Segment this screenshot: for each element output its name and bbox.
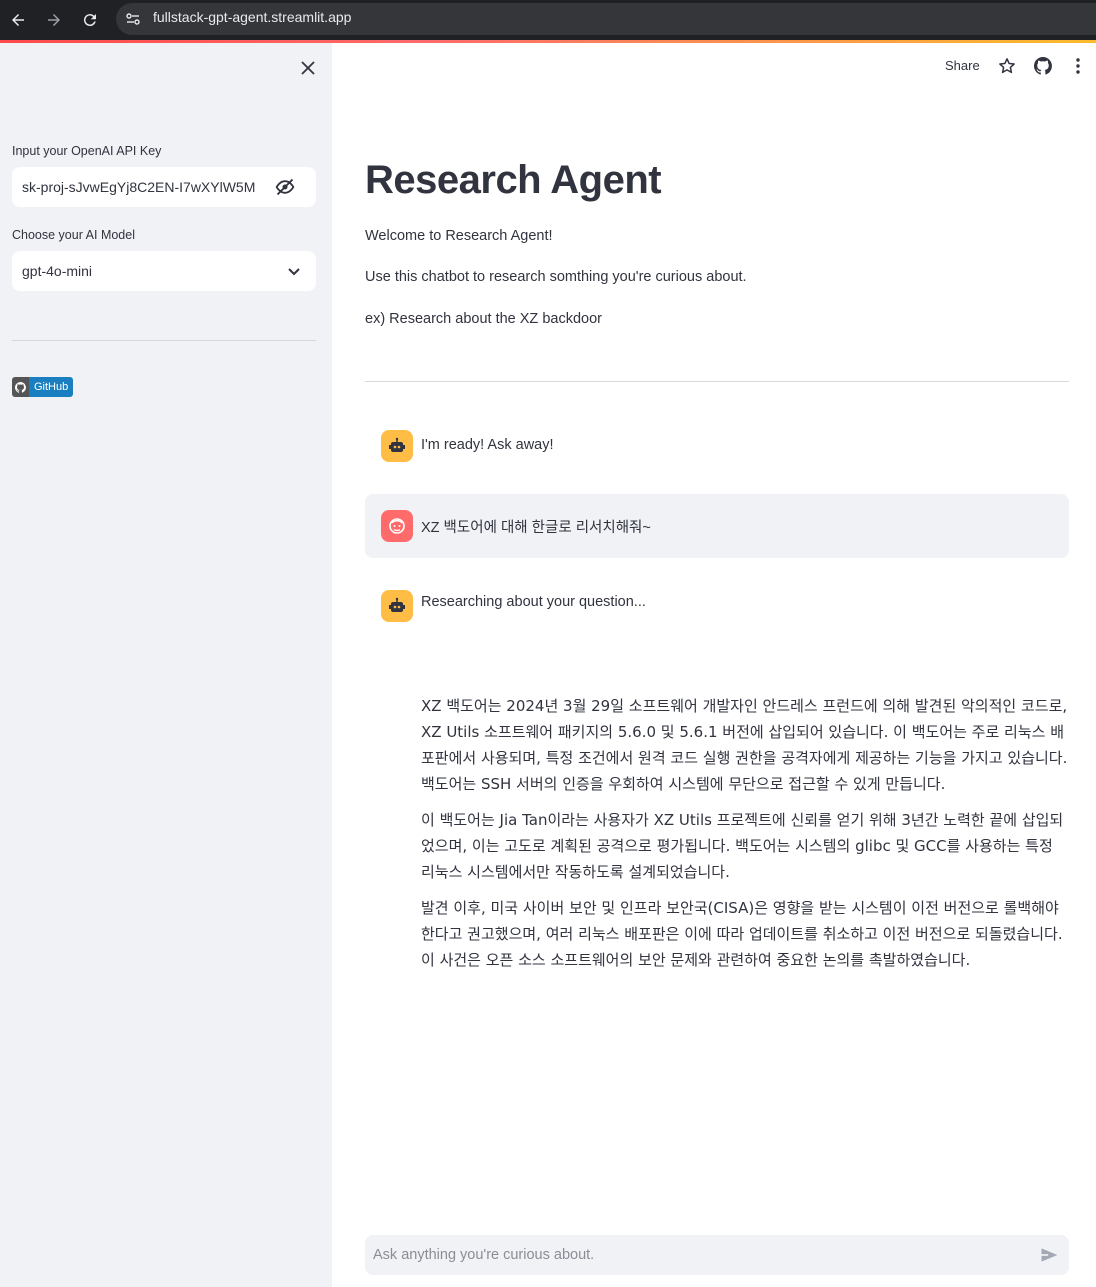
chat-message-assistant: I'm ready! Ask away! [365,414,1069,478]
chat-message-assistant: Researching about your question... [365,574,1069,638]
close-sidebar-button[interactable] [296,57,320,79]
api-key-value[interactable]: sk-proj-sJvwEgYj8C2EN-I7wXYlW5M [22,179,255,195]
eye-off-icon[interactable] [274,177,296,197]
intro-example: ex) Research about the XZ backdoor [365,311,602,327]
arrow-left-icon [12,14,24,26]
api-key-label: Input your OpenAI API Key [12,144,162,158]
message-text: Researching about your question... [421,594,646,610]
chat-message-user: XZ 백도어에 대해 한글로 리서치해줘~ [365,494,1069,558]
back-button[interactable] [4,6,32,34]
share-button[interactable]: Share [945,58,980,73]
close-icon [301,61,315,75]
browser-toolbar: fullstack-gpt-agent.streamlit.app [0,0,1096,40]
user-avatar-icon [381,510,413,542]
send-icon[interactable] [1039,1245,1059,1265]
main-divider [365,381,1069,382]
bot-avatar-icon [381,430,413,462]
intro-instructions: Use this chatbot to research somthing yo… [365,269,747,285]
chevron-down-icon[interactable] [286,263,302,279]
github-icon[interactable] [1033,56,1053,76]
answer-paragraph: 이 백도어는 Jia Tan이라는 사용자가 XZ Utils 프로젝트에 신뢰… [421,811,1064,881]
forward-button[interactable] [40,6,68,34]
chat-input-container [365,1235,1069,1275]
answer-paragraph: XZ 백도어는 2024년 3월 29일 소프트웨어 개발자인 안드레스 프런드… [421,697,1068,793]
model-select[interactable]: gpt-4o-mini [12,251,316,291]
site-info-icon[interactable] [122,8,144,30]
sidebar-divider [12,340,316,341]
github-badge[interactable]: GitHub [12,377,74,397]
star-icon[interactable] [997,56,1017,76]
bot-avatar-icon [381,590,413,622]
arrow-right-icon [48,14,60,26]
model-value[interactable]: gpt-4o-mini [22,263,92,279]
page-title: Research Agent [365,158,662,202]
answer-paragraph: 발견 이후, 미국 사이버 보안 및 인프라 보안국(CISA)은 영향을 받는… [421,899,1063,969]
chat-input[interactable] [365,1235,1025,1275]
more-menu-icon[interactable] [1068,56,1088,76]
sidebar: Input your OpenAI API Key sk-proj-sJvwEg… [0,43,332,1287]
api-key-input[interactable]: sk-proj-sJvwEgYj8C2EN-I7wXYlW5M [12,167,316,207]
message-text: XZ 백도어에 대해 한글로 리서치해줘~ [421,520,651,536]
reload-icon [83,14,96,27]
url-text[interactable]: fullstack-gpt-agent.streamlit.app [153,9,351,25]
github-icon [12,377,29,397]
model-label: Choose your AI Model [12,228,135,242]
research-answer: XZ 백도어는 2024년 3월 29일 소프트웨어 개발자인 안드레스 프런드… [421,693,1069,983]
reload-button[interactable] [76,6,104,34]
message-text: I'm ready! Ask away! [421,437,554,453]
github-badge-label: GitHub [29,377,74,397]
intro-welcome: Welcome to Research Agent! [365,228,553,244]
